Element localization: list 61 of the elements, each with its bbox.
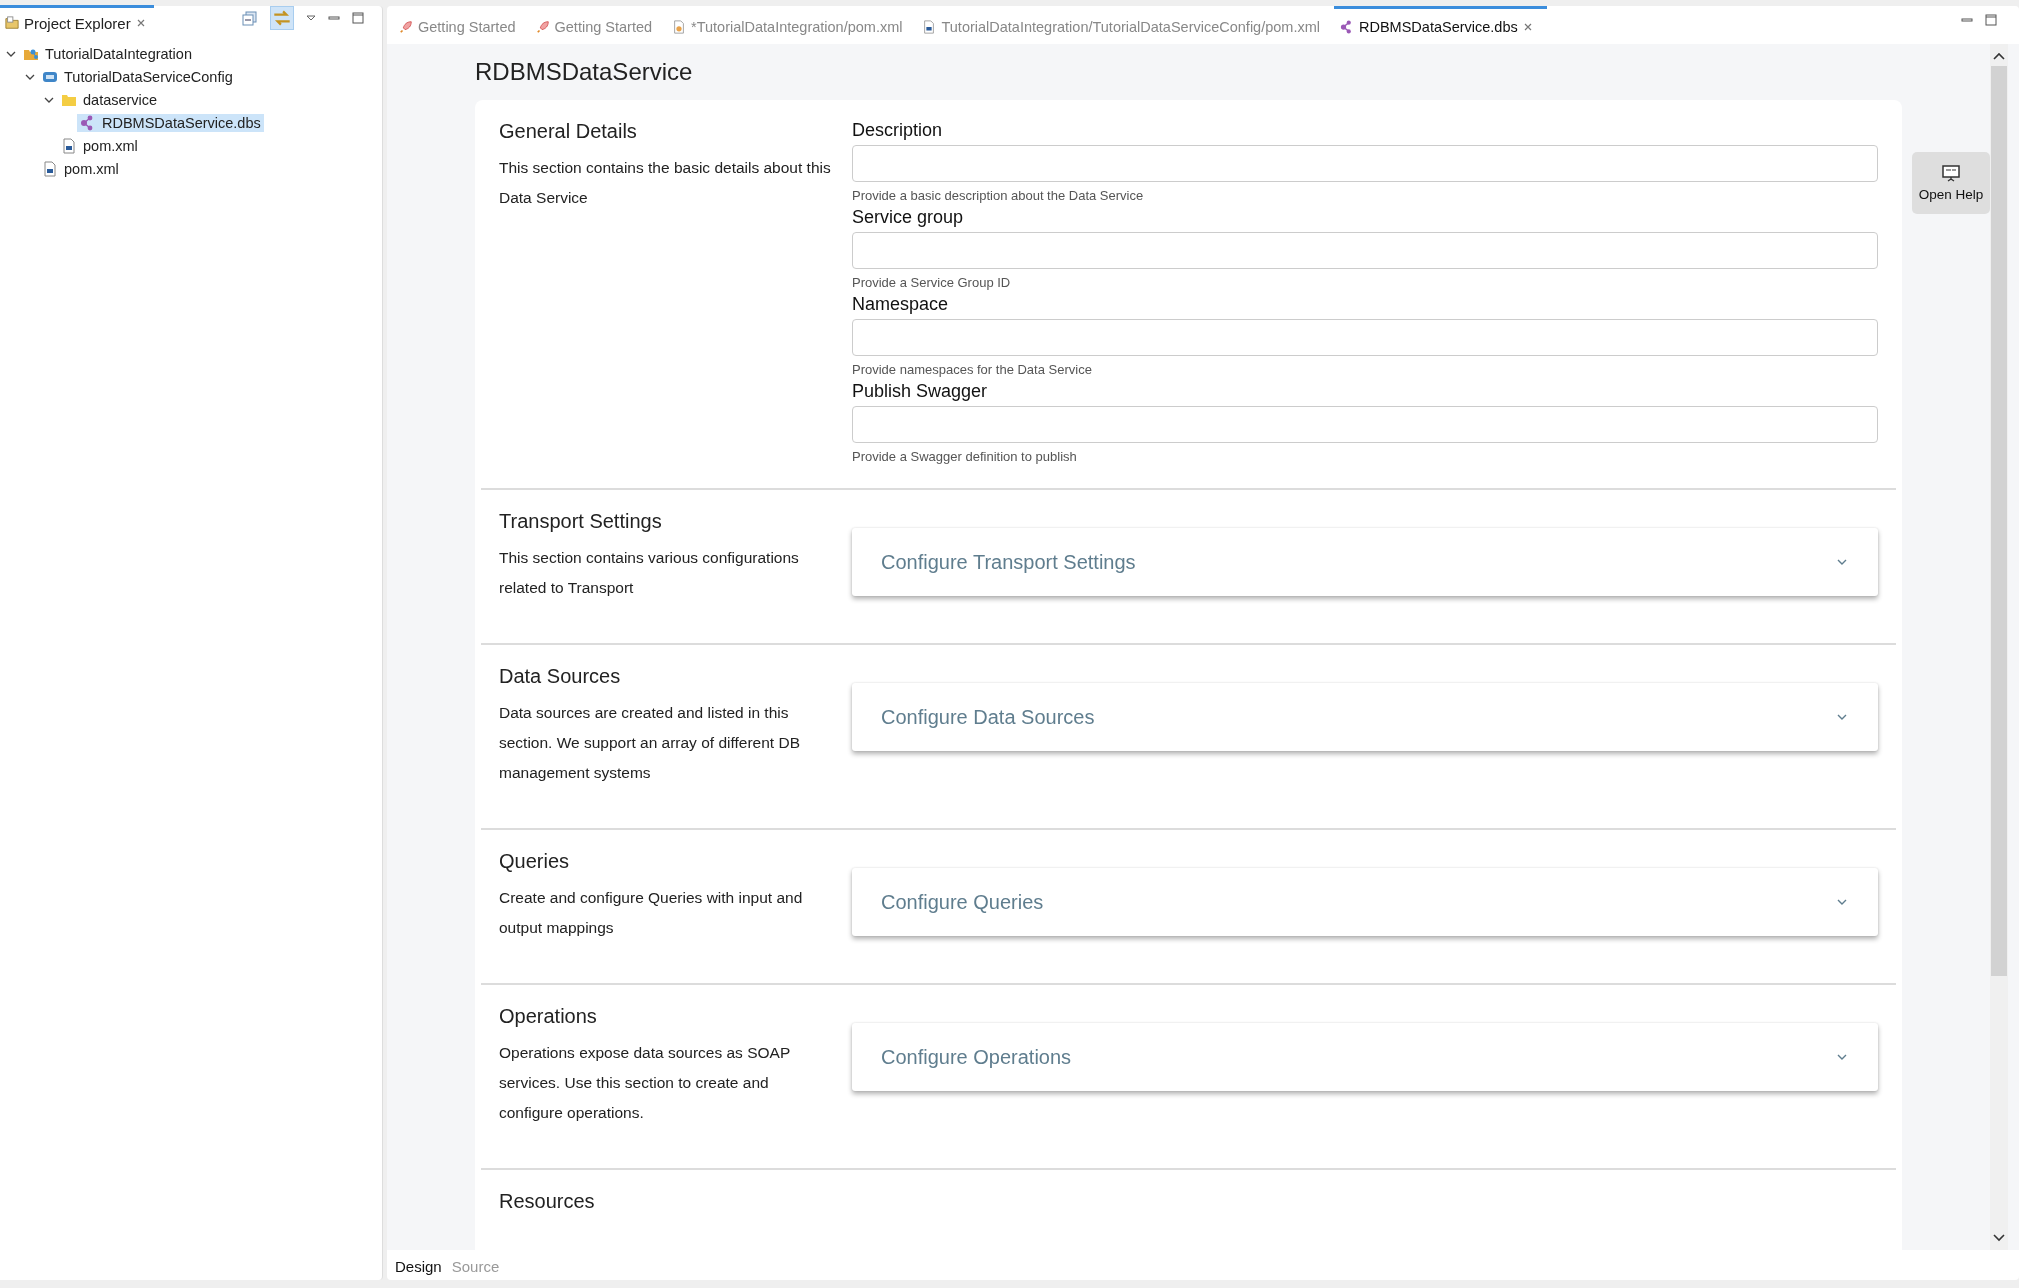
tree-item[interactable]: pom.xml: [58, 136, 141, 155]
section-description: This section contains the basic details about this Data Service: [499, 158, 832, 208]
section-description: This section contains various configurations related to Transport: [499, 548, 800, 598]
section-title: General Details: [499, 120, 638, 143]
view-menu-icon[interactable]: [306, 13, 316, 23]
editor-mode-tab[interactable]: Design: [395, 1258, 442, 1275]
file-icon: [672, 19, 687, 34]
tree-item[interactable]: pom.xml: [39, 159, 122, 178]
field-label: Publish Swagger: [852, 381, 989, 402]
accordion-header[interactable]: Configure Queries: [852, 868, 1878, 936]
accordion-header[interactable]: Configure Operations: [852, 1023, 1878, 1091]
editor-tab[interactable]: TutorialDataIntegration/TutorialDataServiceConfig/pom.xml: [916, 6, 1334, 44]
link-arrows-icon[interactable]: [270, 6, 294, 30]
editor-tab[interactable]: *TutorialDataIntegration/pom.xml: [666, 6, 917, 44]
section-title: Transport Settings: [499, 510, 663, 533]
tree-item[interactable]: TutorialDataServiceConfig: [39, 67, 236, 86]
tree-item[interactable]: TutorialDataIntegration: [20, 44, 195, 63]
input-field[interactable]: [852, 232, 1878, 269]
collapse-all-icon[interactable]: [242, 10, 258, 26]
scroll-down-icon[interactable]: [1993, 1234, 2005, 1242]
file-icon: [42, 160, 58, 177]
section-title: Data Sources: [499, 665, 622, 688]
field-label: Service group: [852, 207, 965, 228]
close-icon[interactable]: [135, 18, 146, 28]
section-description: Create and configure Queries with input and output mappings: [499, 888, 804, 938]
maximize-icon[interactable]: [1985, 14, 1997, 26]
field-hint: Provide namespaces for the Data Service: [852, 362, 1093, 377]
rocket-icon: [535, 19, 550, 34]
monitor-icon: [1941, 164, 1961, 183]
field-hint: Provide a basic description about the Data Service: [852, 188, 1145, 203]
tree-item[interactable]: RDBMSDataService.dbs: [77, 113, 264, 132]
maximize-icon[interactable]: [352, 12, 364, 24]
scrollbar[interactable]: [1990, 44, 2008, 1250]
scroll-up-icon[interactable]: [1993, 52, 2005, 60]
editor-tab[interactable]: Getting Started: [393, 6, 530, 44]
section-description: Data sources are created and listed in this section. We support an array of different DB management systems: [499, 703, 801, 783]
field-hint: Provide a Service Group ID: [852, 275, 1012, 290]
accordion-header[interactable]: Configure Data Sources: [852, 683, 1878, 751]
folder-icon: [5, 16, 19, 30]
open-help-button[interactable]: Open Help: [1912, 152, 1990, 214]
page-title: RDBMSDataService: [475, 58, 694, 87]
field-label: Namespace: [852, 294, 950, 315]
file-icon: [922, 19, 937, 34]
field-hint: Provide a Swagger definition to publish: [852, 449, 1078, 464]
close-icon[interactable]: [1522, 21, 1533, 32]
accordion-header[interactable]: Configure Transport Settings: [852, 528, 1878, 596]
field-label: Description: [852, 120, 944, 141]
input-field[interactable]: [852, 319, 1878, 356]
section-title: Queries: [499, 850, 571, 873]
tree-item[interactable]: dataservice: [58, 90, 161, 109]
editor-tab[interactable]: Getting Started: [529, 6, 667, 44]
section-title: Operations: [499, 1005, 598, 1028]
section-title: Resources: [499, 1190, 596, 1213]
node-graph-icon: [1340, 19, 1354, 34]
input-field[interactable]: [852, 145, 1878, 182]
project-explorer-tab[interactable]: Project Explorer: [0, 5, 154, 38]
panel-title: Project Explorer: [24, 14, 131, 32]
section-description: Operations expose data sources as SOAP services. Use this section to create and configure operations.: [499, 1043, 791, 1123]
file-icon: [61, 137, 77, 154]
input-field[interactable]: [852, 406, 1878, 443]
rocket-icon: [399, 19, 413, 34]
